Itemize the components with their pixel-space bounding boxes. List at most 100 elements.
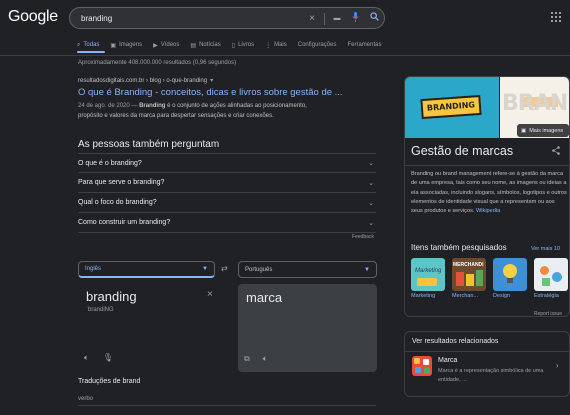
dropdown-arrow-icon: ▼ bbox=[202, 266, 208, 272]
tab-label: Notícias bbox=[199, 42, 221, 48]
result-stats: Aproximadamente 408.000.000 resultados (… bbox=[78, 60, 237, 66]
tab-label: Todas bbox=[83, 42, 100, 48]
related-thumbnail[interactable] bbox=[412, 356, 432, 376]
thumb-text: MERCHANDI bbox=[453, 262, 484, 268]
paa-question[interactable]: Qual o foco do branding? ⌄ bbox=[78, 193, 376, 213]
result-url[interactable]: resultadosdigitais.com.br › blog › o-que… bbox=[78, 77, 213, 84]
thumb-shape bbox=[424, 368, 430, 374]
wikipedia-link[interactable]: Wikipedia bbox=[476, 208, 500, 214]
thumb-shape bbox=[542, 278, 550, 286]
chevron-down-icon: ⌄ bbox=[368, 160, 374, 167]
search-divider bbox=[324, 13, 325, 25]
tab-ferramentas[interactable]: Ferramentas bbox=[347, 39, 381, 51]
thumb-text: Marketing bbox=[415, 268, 442, 274]
related-thumb[interactable]: Estratégia bbox=[534, 258, 568, 299]
more-images-label: Mais imagens bbox=[529, 127, 564, 134]
feedback-link[interactable]: Feedback bbox=[352, 234, 374, 240]
search-box[interactable]: × ▬ bbox=[69, 7, 385, 29]
branding-banner-graphic: BRANDING bbox=[420, 94, 482, 120]
bg-lettering: BRAN bbox=[502, 91, 568, 116]
chevron-down-icon[interactable]: ▾ bbox=[210, 78, 213, 84]
result-date: 24 de ago. de 2020 — bbox=[78, 103, 138, 109]
tab-label: Imagens bbox=[119, 42, 143, 48]
dropdown-arrow-icon: ▼ bbox=[364, 266, 370, 273]
image-icon: ▣ bbox=[110, 42, 117, 49]
tab-noticias[interactable]: ▤ Notícias bbox=[190, 39, 220, 51]
kp-image-branding[interactable]: BRANDING bbox=[405, 77, 499, 138]
thumb-caption: Marketing bbox=[411, 293, 436, 299]
thumb-shape bbox=[540, 266, 549, 275]
header-divider bbox=[0, 55, 570, 56]
thumb-shape bbox=[417, 278, 437, 286]
more-vert-icon: ⋮ bbox=[265, 42, 272, 49]
also-searched-list: Marketing Marketing MERCHANDI Merchan...… bbox=[411, 258, 568, 299]
paa-question[interactable]: Como construir um branding? ⌄ bbox=[78, 213, 376, 233]
tab-label: Vídeos bbox=[160, 42, 180, 48]
report-issue-link[interactable]: Report issue bbox=[534, 311, 562, 317]
source-language-select[interactable]: Inglês ▼ bbox=[78, 261, 215, 278]
snippet-text-b: propósito e valores da marca para desper… bbox=[78, 113, 274, 119]
thumb-shape bbox=[423, 359, 429, 365]
related-description: Marca é a representação simbólica de uma… bbox=[438, 368, 544, 383]
speaker-icon[interactable]: 🔈︎ bbox=[84, 353, 89, 363]
source-word[interactable]: branding bbox=[86, 289, 137, 304]
tab-configuracoes[interactable]: Configurações bbox=[298, 39, 337, 51]
thumb-image: Marketing bbox=[411, 258, 445, 291]
mic-icon[interactable] bbox=[348, 12, 362, 26]
see-more-link[interactable]: Ver mais 10 bbox=[531, 246, 560, 252]
thumb-shape bbox=[456, 272, 464, 286]
thumb-image bbox=[534, 258, 568, 291]
translations-heading: Traduções de brand bbox=[78, 378, 141, 385]
tab-todas[interactable]: ⌕ Todas bbox=[77, 39, 99, 51]
google-logo[interactable]: Google bbox=[8, 8, 58, 26]
thumb-caption: Design bbox=[493, 293, 511, 299]
phonetic-text: ˈbrandiNG bbox=[86, 307, 114, 313]
chevron-right-icon[interactable]: › bbox=[556, 361, 559, 370]
share-icon[interactable] bbox=[552, 146, 560, 157]
apps-grid-icon[interactable] bbox=[551, 12, 561, 22]
source-text-box[interactable]: branding ˈbrandiNG × 🔈︎ 🎙︎ bbox=[78, 282, 223, 372]
more-images-button[interactable]: ▣ Mais imagens bbox=[517, 124, 569, 137]
kp-title: Gestão de marcas bbox=[411, 144, 514, 158]
translations-divider bbox=[78, 405, 376, 406]
part-of-speech: verbo bbox=[78, 396, 94, 402]
tab-livros[interactable]: ▯ Livros bbox=[232, 39, 254, 51]
snippet-bold: Branding bbox=[139, 103, 166, 109]
paa-question[interactable]: Para que serve o branding? ⌄ bbox=[78, 173, 376, 193]
target-text-box: marca ⧉ 🔈︎ bbox=[238, 284, 377, 372]
tab-mais[interactable]: ⋮ Mais bbox=[265, 39, 287, 51]
tab-label: Ferramentas bbox=[347, 42, 382, 48]
tab-videos[interactable]: ▶ Vídeos bbox=[153, 39, 179, 51]
keyboard-icon[interactable]: ▬ bbox=[330, 12, 344, 26]
chevron-down-icon: ⌄ bbox=[368, 219, 374, 227]
result-title-link[interactable]: O que é Branding - conceitos, dicas e li… bbox=[78, 87, 343, 98]
swap-languages-icon[interactable]: ⇄ bbox=[221, 264, 228, 273]
related-thumb[interactable]: Design bbox=[493, 258, 527, 299]
search-input[interactable] bbox=[81, 12, 301, 25]
question-text: O que é o branding? bbox=[78, 159, 142, 167]
clear-icon[interactable]: × bbox=[207, 289, 213, 300]
tab-imagens[interactable]: ▣ Imagens bbox=[110, 39, 142, 51]
copy-icon[interactable]: ⧉ bbox=[244, 354, 250, 364]
lightbulb-base bbox=[507, 278, 513, 283]
tab-label: Configurações bbox=[297, 42, 337, 48]
kp-description: Branding ou brand management refere-se à… bbox=[411, 170, 567, 216]
tab-label: Mais bbox=[274, 42, 287, 48]
question-text: Para que serve o branding? bbox=[78, 179, 165, 186]
thumb-shape bbox=[414, 358, 420, 364]
related-thumb[interactable]: Marketing Marketing bbox=[411, 258, 445, 299]
paa-list: O que é o branding? ⌄ Para que serve o br… bbox=[78, 153, 376, 233]
related-name-link[interactable]: Marca bbox=[438, 357, 457, 364]
search-icon[interactable] bbox=[367, 12, 381, 26]
source-lang-label: Inglês bbox=[85, 266, 102, 272]
thumb-shape bbox=[466, 274, 474, 286]
target-language-select[interactable]: Português ▼ bbox=[238, 261, 377, 278]
thumb-shape bbox=[476, 270, 483, 286]
speaker-icon[interactable]: 🔈︎ bbox=[263, 354, 268, 364]
result-url-text: resultadosdigitais.com.br › blog › o-que… bbox=[78, 78, 208, 84]
mic-icon[interactable]: 🎙︎ bbox=[103, 353, 113, 363]
clear-icon[interactable]: × bbox=[305, 12, 319, 26]
kp-divider bbox=[405, 165, 569, 166]
paa-question[interactable]: O que é o branding? ⌄ bbox=[78, 153, 376, 173]
related-thumb[interactable]: MERCHANDI Merchan... bbox=[452, 258, 486, 299]
